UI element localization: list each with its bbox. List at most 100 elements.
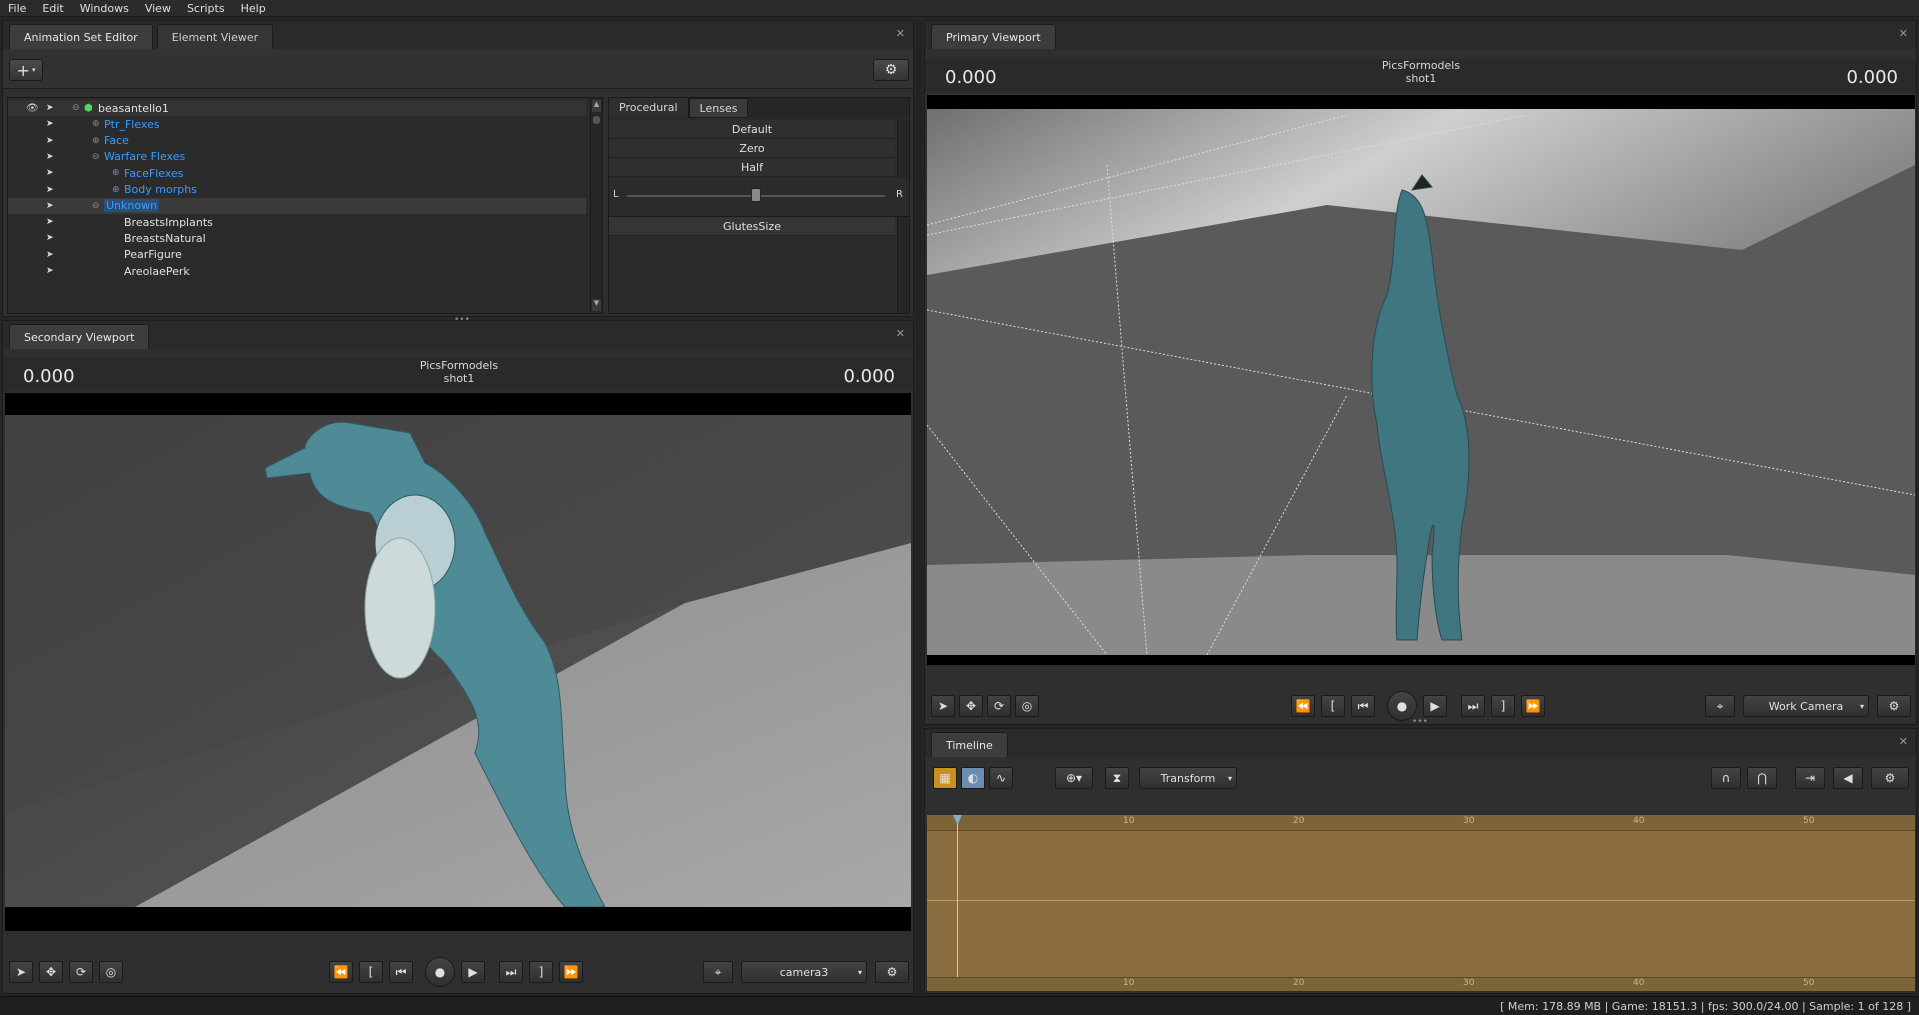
anim-settings-button[interactable]: ⚙ <box>873 59 909 81</box>
timeline-track-area[interactable]: 10 20 30 40 50 10 20 30 40 50 <box>927 815 1915 991</box>
select-arrow-icon[interactable]: ➤ <box>46 103 64 113</box>
vertical-splitter[interactable] <box>916 20 922 995</box>
control-list-scrollbar[interactable] <box>897 217 909 313</box>
tab-primary-viewport[interactable]: Primary Viewport <box>931 24 1056 49</box>
tree-row[interactable]: ➤ ⊕ Body morphs <box>8 182 586 198</box>
tab-animation-set-editor[interactable]: Animation Set Editor <box>9 24 153 49</box>
tree-row[interactable]: ➤ AreolaePerk <box>8 263 586 279</box>
menu-windows[interactable]: Windows <box>80 2 129 15</box>
pivot-tool-button[interactable]: ◎ <box>1015 695 1039 717</box>
close-icon[interactable]: ✕ <box>1899 27 1908 40</box>
expand-icon[interactable]: ⊕ <box>112 168 124 178</box>
graph-editor-button[interactable]: ∿ <box>989 767 1013 789</box>
scroll-up-icon[interactable]: ▲ <box>592 100 601 112</box>
clip-editor-button[interactable]: ▦ <box>933 767 957 789</box>
scroll-down-icon[interactable]: ▼ <box>592 299 601 311</box>
play-button[interactable]: ▶ <box>461 961 485 983</box>
select-arrow-icon[interactable]: ➤ <box>46 250 64 260</box>
tree-row[interactable]: ➤ BreastsImplants <box>8 214 586 230</box>
next-frame-button[interactable]: ⏭ <box>1461 695 1485 717</box>
tree-row[interactable]: ➤ BreastsNatural <box>8 230 586 246</box>
tree-row[interactable]: ➤ PearFigure <box>8 247 586 263</box>
tree-scrollbar[interactable]: ▲ ▼ <box>590 98 602 313</box>
rewind-button[interactable]: ⏪ <box>329 961 353 983</box>
mute-button[interactable]: ◀ <box>1833 767 1863 789</box>
motion-editor-button[interactable]: ◐ <box>961 767 985 789</box>
primary-settings-button[interactable]: ⚙ <box>1877 695 1911 717</box>
camera-target-button[interactable]: ⌖ <box>1705 695 1735 717</box>
camera-select[interactable]: camera3 ▾ <box>741 961 867 983</box>
tree-row[interactable]: ➤ ⊕ FaceFlexes <box>8 165 586 181</box>
splitter-handle[interactable]: ••• <box>1412 717 1428 727</box>
move-tool-button[interactable]: ✥ <box>959 695 983 717</box>
next-frame-button[interactable]: ⏭ <box>499 961 523 983</box>
balance-slider[interactable]: L R <box>611 184 907 206</box>
select-tool-button[interactable]: ➤ <box>931 695 955 717</box>
tree-row[interactable]: ➤ ⊕ Ptr_Flexes <box>8 116 586 132</box>
tab-timeline[interactable]: Timeline <box>931 732 1008 757</box>
snap-button[interactable]: ⋂ <box>1747 767 1777 789</box>
select-arrow-icon[interactable]: ➤ <box>46 201 64 211</box>
playhead[interactable] <box>957 815 958 991</box>
mark-out-button[interactable]: ] <box>1491 695 1515 717</box>
tab-secondary-viewport[interactable]: Secondary Viewport <box>9 324 150 349</box>
record-button[interactable]: ● <box>425 957 455 987</box>
close-icon[interactable]: ✕ <box>896 27 905 40</box>
select-arrow-icon[interactable]: ➤ <box>46 119 64 129</box>
secondary-viewport-canvas[interactable] <box>5 393 911 931</box>
menu-file[interactable]: File <box>8 2 26 15</box>
select-arrow-icon[interactable]: ➤ <box>46 136 64 146</box>
prev-frame-button[interactable]: ⏮ <box>1351 695 1375 717</box>
camera-target-button[interactable]: ⌖ <box>703 961 733 983</box>
add-keyframe-button[interactable]: ⊕▾ <box>1055 767 1093 789</box>
select-tool-button[interactable]: ➤ <box>9 961 33 983</box>
procedural-scrollbar[interactable] <box>897 120 909 178</box>
control-item-glutessize[interactable]: GlutesSize <box>609 217 895 236</box>
visibility-eye-icon[interactable]: 👁 <box>26 103 44 114</box>
select-arrow-icon[interactable]: ➤ <box>46 217 64 227</box>
pivot-tool-button[interactable]: ◎ <box>99 961 123 983</box>
prev-frame-button[interactable]: ⏮ <box>389 961 413 983</box>
procedural-half[interactable]: Half <box>609 158 895 177</box>
magnet-button[interactable]: ∩ <box>1711 767 1741 789</box>
primary-viewport-canvas[interactable] <box>927 95 1915 665</box>
slider-thumb[interactable] <box>751 188 761 202</box>
timeline-settings-button[interactable]: ⚙ <box>1871 767 1909 789</box>
expand-icon[interactable]: ⊕ <box>92 119 104 129</box>
select-arrow-icon[interactable]: ➤ <box>46 152 64 162</box>
tab-lenses[interactable]: Lenses <box>688 98 749 118</box>
tab-procedural[interactable]: Procedural <box>609 98 689 118</box>
tree-row[interactable]: 👁 ➤ ⊖ ⬢ beasantello1 <box>8 100 586 116</box>
tree-row[interactable]: ➤ ⊖ Warfare Flexes <box>8 149 586 165</box>
procedural-zero[interactable]: Zero <box>609 139 895 158</box>
tree-row[interactable]: ➤ ⊕ Face <box>8 133 586 149</box>
fast-forward-button[interactable]: ⏩ <box>559 961 583 983</box>
procedural-default[interactable]: Default <box>609 120 895 139</box>
select-arrow-icon[interactable]: ➤ <box>46 168 64 178</box>
menu-view[interactable]: View <box>145 2 171 15</box>
collapse-icon[interactable]: ⊖ <box>92 152 104 162</box>
select-arrow-icon[interactable]: ➤ <box>46 185 64 195</box>
expand-icon[interactable]: ⊕ <box>92 136 104 146</box>
move-tool-button[interactable]: ✥ <box>39 961 63 983</box>
collapse-icon[interactable]: ⊖ <box>92 201 104 211</box>
camera-select[interactable]: Work Camera ▾ <box>1743 695 1869 717</box>
mark-out-button[interactable]: ] <box>529 961 553 983</box>
fast-forward-button[interactable]: ⏩ <box>1521 695 1545 717</box>
rotate-tool-button[interactable]: ⟳ <box>69 961 93 983</box>
hourglass-button[interactable]: ⧗ <box>1105 767 1129 789</box>
secondary-settings-button[interactable]: ⚙ <box>875 961 909 983</box>
close-icon[interactable]: ✕ <box>1899 735 1908 748</box>
select-arrow-icon[interactable]: ➤ <box>46 266 64 276</box>
expand-icon[interactable]: ⊕ <box>112 185 124 195</box>
menu-scripts[interactable]: Scripts <box>187 2 225 15</box>
jump-end-button[interactable]: ⇥ <box>1795 767 1825 789</box>
tree-row[interactable]: ➤ ⊖ Unknown <box>8 197 586 214</box>
menu-help[interactable]: Help <box>241 2 266 15</box>
mark-in-button[interactable]: [ <box>1321 695 1345 717</box>
menu-edit[interactable]: Edit <box>42 2 63 15</box>
mark-in-button[interactable]: [ <box>359 961 383 983</box>
collapse-icon[interactable]: ⊖ <box>72 103 84 113</box>
select-arrow-icon[interactable]: ➤ <box>46 233 64 243</box>
play-button[interactable]: ▶ <box>1423 695 1447 717</box>
